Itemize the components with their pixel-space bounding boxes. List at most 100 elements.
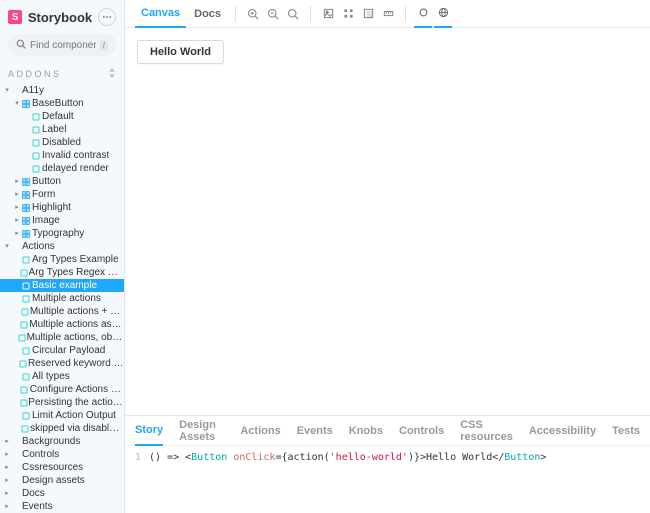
bookmark-hollow-icon xyxy=(30,152,42,160)
tree-item-label: Invalid contrast xyxy=(42,149,109,162)
toolbar-separator xyxy=(310,6,311,22)
story-item[interactable]: Reserved keyword as name xyxy=(0,357,124,370)
addons-tab-controls[interactable]: Controls xyxy=(399,416,444,446)
code-line: 1 () => <Button onClick={action('hello-w… xyxy=(129,452,646,463)
story-item[interactable]: Circular Payload xyxy=(0,344,124,357)
component-item[interactable]: ▸Typography xyxy=(0,227,124,240)
tree-item-label: Arg Types Example xyxy=(32,253,119,266)
locale-button[interactable] xyxy=(434,0,452,28)
addons-tab-events[interactable]: Events xyxy=(297,416,333,446)
bookmark-hollow-icon xyxy=(30,139,42,147)
bookmark-hollow-icon xyxy=(19,399,29,407)
component-icon xyxy=(20,100,32,108)
bookmark-hollow-icon xyxy=(19,308,30,316)
tree-item-label: Design assets xyxy=(22,474,85,487)
collapse-all-icon[interactable] xyxy=(108,68,116,80)
bookmark-hollow-icon xyxy=(20,282,32,290)
tree-item-label: Image xyxy=(32,214,60,227)
caret-right-icon: ▸ xyxy=(4,500,10,513)
bookmark-hollow-icon xyxy=(19,425,30,433)
story-item[interactable]: Configure Actions Depth xyxy=(0,383,124,396)
caret-right-icon: ▸ xyxy=(4,435,10,448)
folder-item[interactable]: ▾A11y xyxy=(0,84,124,97)
sidebar-menu-button[interactable] xyxy=(98,8,116,26)
caret-right-icon: ▸ xyxy=(4,448,10,461)
story-item[interactable]: Label xyxy=(0,123,124,136)
tree-item-label: Disabled xyxy=(42,136,81,149)
zoom-in-button[interactable] xyxy=(244,5,262,23)
bookmark-hollow-icon xyxy=(30,165,42,173)
folder-item[interactable]: ▸Docs xyxy=(0,487,124,500)
folder-item[interactable]: ▸ Controls xyxy=(0,448,124,461)
addons-tab-design-assets[interactable]: Design Assets xyxy=(179,416,224,446)
search-icon xyxy=(16,39,26,52)
story-item[interactable]: All types xyxy=(0,370,124,383)
tree-item-label: Docs xyxy=(22,487,45,500)
story-item[interactable]: Multiple actions as object xyxy=(0,318,124,331)
story-item[interactable]: Arg Types Example xyxy=(0,253,124,266)
story-item[interactable]: skipped via disable:true xyxy=(0,422,124,435)
sidebar-section-heading[interactable]: ADDONS xyxy=(0,64,124,84)
folder-item[interactable]: ▸Events xyxy=(0,500,124,513)
story-item[interactable]: Multiple actions xyxy=(0,292,124,305)
search-box[interactable]: / xyxy=(8,34,116,56)
grid-button[interactable] xyxy=(339,5,357,23)
folder-item[interactable]: ▸Backgrounds xyxy=(0,435,124,448)
viewport-button[interactable] xyxy=(359,5,377,23)
tree-item-label: All types xyxy=(32,370,70,383)
component-icon xyxy=(20,191,32,199)
story-item[interactable]: Multiple actions + config xyxy=(0,305,124,318)
measure-button[interactable] xyxy=(379,5,397,23)
addons-tab-actions[interactable]: Actions xyxy=(240,416,280,446)
folder-item[interactable]: ▾Actions xyxy=(0,240,124,253)
preview-canvas: Hello World xyxy=(125,28,650,415)
search-shortcut-hint: / xyxy=(100,40,108,51)
tree-item-label: Persisting the action logger xyxy=(28,396,124,409)
hello-world-button[interactable]: Hello World xyxy=(137,40,224,64)
addons-tab-accessibility[interactable]: Accessibility xyxy=(529,416,596,446)
story-item[interactable]: Disabled xyxy=(0,136,124,149)
sidebar-header: S Storybook xyxy=(0,0,124,32)
component-item[interactable]: ▸Highlight xyxy=(0,201,124,214)
bookmark-hollow-icon xyxy=(30,113,42,121)
component-icon xyxy=(20,217,32,225)
folder-item[interactable]: ▸Cssresources xyxy=(0,461,124,474)
search-input[interactable] xyxy=(30,40,96,51)
zoom-out-button[interactable] xyxy=(264,5,282,23)
addons-tab-tests[interactable]: Tests xyxy=(612,416,640,446)
story-item[interactable]: delayed render xyxy=(0,162,124,175)
folder-item[interactable]: ▸Design assets xyxy=(0,474,124,487)
story-item[interactable]: Multiple actions, object + config xyxy=(0,331,124,344)
story-item[interactable]: Limit Action Output xyxy=(0,409,124,422)
background-button[interactable] xyxy=(319,5,337,23)
component-item[interactable]: ▸Button xyxy=(0,175,124,188)
bookmark-hollow-icon xyxy=(20,347,32,355)
component-item[interactable]: ▾BaseButton xyxy=(0,97,124,110)
explorer-tree[interactable]: ▾A11y▾BaseButtonDefaultLabelDisabledInva… xyxy=(0,84,124,513)
component-item[interactable]: ▸Image xyxy=(0,214,124,227)
story-item[interactable]: Basic example xyxy=(0,279,124,292)
zoom-reset-button[interactable] xyxy=(284,5,302,23)
story-item[interactable]: Arg Types Regex Example xyxy=(0,266,124,279)
story-item[interactable]: Default xyxy=(0,110,124,123)
theme-toggle-button[interactable] xyxy=(414,0,432,28)
component-icon xyxy=(20,230,32,238)
addons-tab-knobs[interactable]: Knobs xyxy=(349,416,383,446)
bookmark-hollow-icon xyxy=(20,295,32,303)
addons-tab-story[interactable]: Story xyxy=(135,416,163,446)
tree-item-label: Highlight xyxy=(32,201,71,214)
component-item[interactable]: ▸Form xyxy=(0,188,124,201)
tree-item-label: Controls xyxy=(22,448,59,461)
story-item[interactable]: Persisting the action logger xyxy=(0,396,124,409)
caret-right-icon: ▸ xyxy=(4,461,10,474)
tree-item-label: skipped via disable:true xyxy=(30,422,124,435)
tree-item-label: Multiple actions + config xyxy=(30,305,124,318)
addons-tab-css-resources[interactable]: CSS resources xyxy=(460,416,513,446)
story-source-panel: 1 () => <Button onClick={action('hello-w… xyxy=(125,446,650,513)
story-item[interactable]: Invalid contrast xyxy=(0,149,124,162)
tree-item-label: Arg Types Regex Example xyxy=(29,266,124,279)
tab-docs[interactable]: Docs xyxy=(188,0,227,28)
tab-canvas[interactable]: Canvas xyxy=(135,0,186,28)
bookmark-hollow-icon xyxy=(19,269,29,277)
section-label: ADDONS xyxy=(8,69,62,79)
